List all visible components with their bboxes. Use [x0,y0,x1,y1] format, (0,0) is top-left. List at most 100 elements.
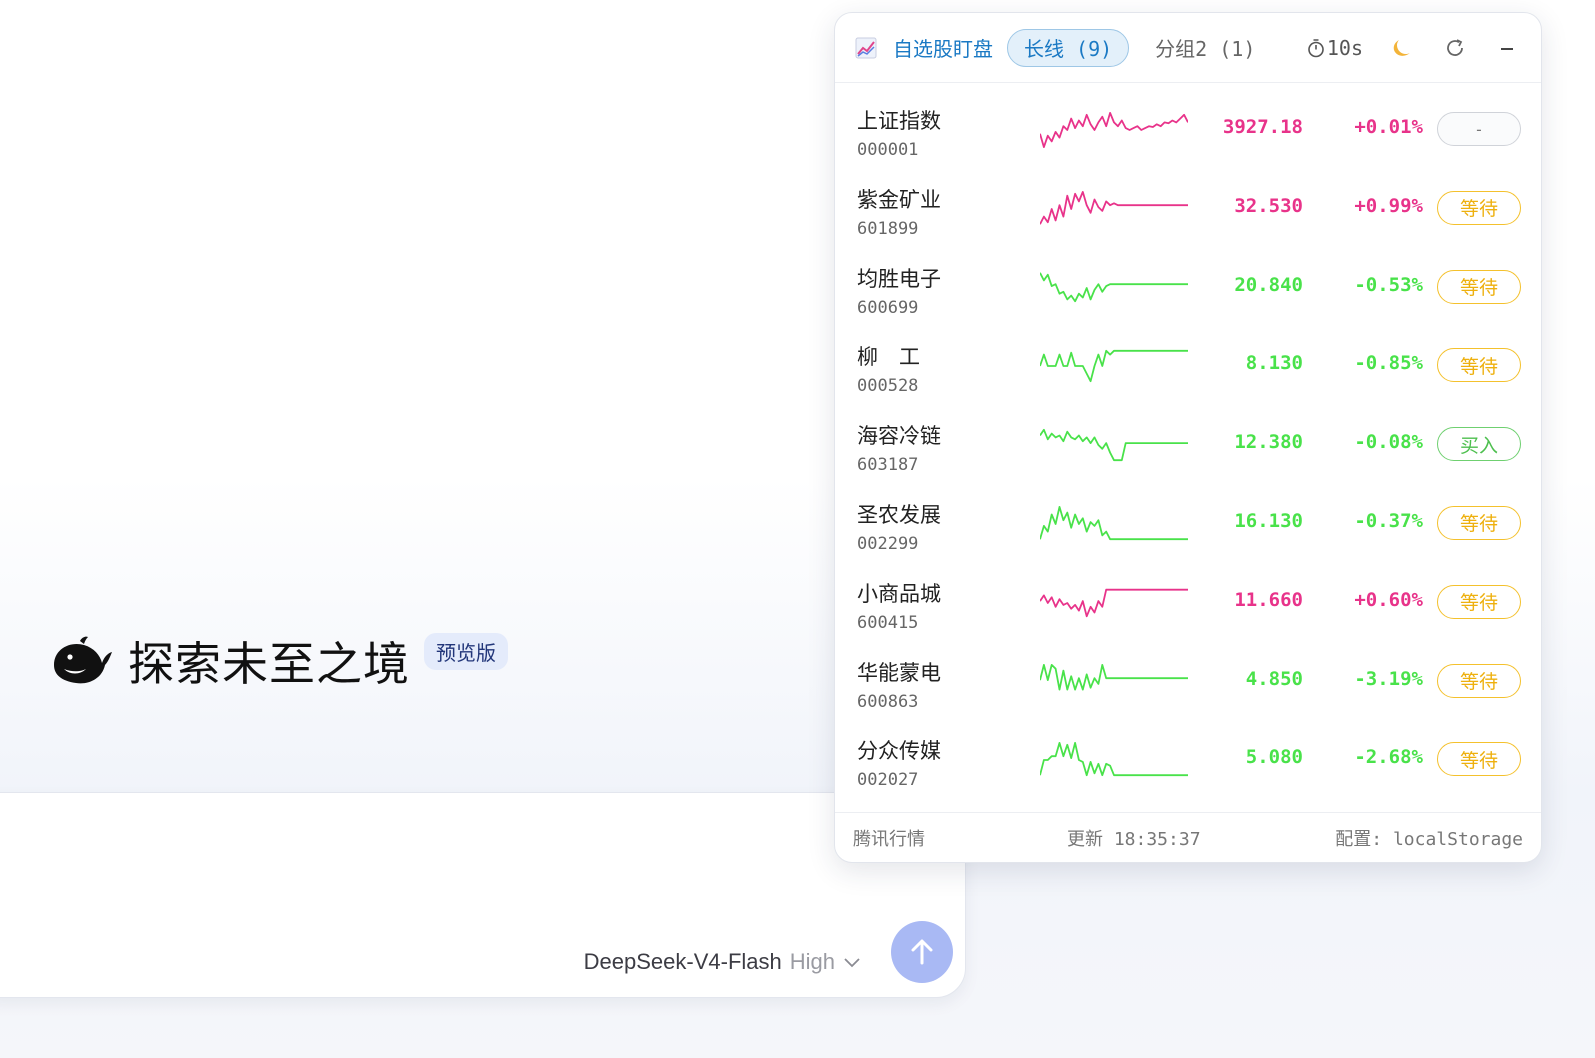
sparkline-path [1040,190,1188,225]
stock-price: 16.130 [1234,509,1303,532]
stock-sparkline [1040,588,1188,617]
stock-name: 华能蒙电 [857,660,941,685]
tab-long-term[interactable]: 长线 (9) [1007,28,1130,67]
stock-row[interactable]: 分众传媒 002027 5.080 -2.68% 等待 [835,721,1541,800]
stock-name: 圣农发展 [857,502,941,527]
stock-change: +0.01% [1354,116,1423,138]
sparkline-path [1040,350,1188,383]
sparkline-path [1040,429,1188,462]
welcome-hero: 探索未至之境 预览版 [50,628,508,694]
stock-name: 小商品城 [857,581,941,606]
stock-sparkline [1040,429,1188,462]
stock-change: -0.08% [1354,431,1423,454]
stock-change: -0.85% [1354,352,1423,375]
stock-code: 002299 [857,533,919,554]
signal-badge[interactable]: 买入 [1437,427,1521,462]
signal-badge[interactable]: 等待 [1437,584,1521,619]
stock-code: 000528 [857,376,919,397]
stock-code: 603187 [857,455,919,476]
sparkline-path [1040,112,1188,148]
sparkline-path [1040,742,1188,777]
stock-price: 11.660 [1234,588,1303,611]
widget-header: 自选股盯盘 长线 (9) 分组2 (1) 10s [835,13,1541,83]
moon-icon [1393,40,1410,56]
stock-name: 海容冷链 [857,424,941,449]
stock-name: 上证指数 [857,109,941,133]
stock-row[interactable]: 华能蒙电 600863 4.850 -3.19% 等待 [835,643,1541,722]
refresh-interval[interactable]: 10s [1307,36,1363,60]
signal-badge[interactable]: 等待 [1437,348,1521,383]
refresh-icon [1447,39,1463,56]
stock-code: 600863 [857,691,919,712]
widget-footer: 腾讯行情 更新 18:35:37 配置: localStorage [835,812,1541,862]
chart-icon [855,37,877,58]
stock-row[interactable]: 柳 工 000528 8.130 -0.85% 等待 [835,327,1541,406]
stock-sparkline [1040,271,1188,302]
stock-row[interactable]: 上证指数 000001 3927.18 +0.01% - [835,91,1541,170]
stock-code: 600415 [857,612,919,633]
stock-price: 8.130 [1245,352,1303,375]
stock-price: 4.850 [1245,667,1303,690]
stock-list: 上证指数 000001 3927.18 +0.01% - 紫金矿业 601899 32.530… [835,83,1541,800]
sparkline-path [1040,663,1188,691]
stock-price: 3927.18 [1222,116,1303,138]
stock-name: 均胜电子 [857,266,941,291]
signal-badge[interactable]: - [1437,112,1521,146]
stock-change: -2.68% [1354,746,1423,769]
refresh-button[interactable] [1443,36,1467,60]
chat-composer[interactable]: DeepSeek-V4-Flash High [0,792,966,998]
signal-badge[interactable]: 等待 [1437,190,1521,225]
stock-sparkline [1040,505,1188,541]
config-storage: 配置: localStorage [1335,828,1523,850]
stock-change: -0.53% [1354,273,1423,296]
widget-title: 自选股盯盘 [893,37,993,61]
hero-title: 探索未至之境 [128,637,410,691]
stock-price: 32.530 [1234,194,1303,217]
theme-toggle-button[interactable] [1391,36,1415,60]
stock-price: 12.380 [1234,431,1303,454]
stock-watch-widget: 自选股盯盘 长线 (9) 分组2 (1) 10s 上证指数 000001 392… [834,12,1542,863]
stock-name: 紫金矿业 [857,187,941,212]
stock-row[interactable]: 海容冷链 603187 12.380 -0.08% 买入 [835,406,1541,485]
last-update-time: 更新 18:35:37 [1067,828,1201,850]
model-level: High [789,949,835,974]
sparkline-path [1040,588,1188,617]
arrow-up-icon [911,939,933,965]
stock-sparkline [1040,112,1188,148]
stock-change: +0.99% [1354,194,1423,217]
stock-price: 5.080 [1245,746,1303,769]
stopwatch-icon [1308,39,1324,58]
signal-badge[interactable]: 等待 [1437,742,1521,777]
sparkline-path [1040,505,1188,541]
preview-badge: 预览版 [424,632,508,670]
model-name: DeepSeek-V4-Flash [583,949,782,974]
stock-code: 000001 [857,140,919,160]
stock-row[interactable]: 均胜电子 600699 20.840 -0.53% 等待 [835,249,1541,328]
stock-price: 20.840 [1234,273,1303,296]
stock-name: 柳 工 [857,345,920,370]
stock-code: 002027 [857,770,919,791]
data-source: 腾讯行情 [853,828,925,850]
minimize-icon [1501,48,1513,50]
refresh-interval-value: 10s [1326,36,1363,60]
stock-row[interactable]: 小商品城 600415 11.660 +0.60% 等待 [835,564,1541,643]
stock-sparkline [1040,742,1188,777]
stock-change: +0.60% [1354,588,1423,611]
stock-name: 分众传媒 [857,739,941,764]
signal-badge[interactable]: 等待 [1437,505,1521,540]
minimize-button[interactable] [1495,36,1519,60]
stock-change: -0.37% [1354,509,1423,532]
stock-code: 601899 [857,218,919,239]
stock-sparkline [1040,663,1188,691]
chevron-down-icon [844,958,860,968]
stock-change: -3.19% [1354,667,1423,690]
stock-row[interactable]: 圣农发展 002299 16.130 -0.37% 等待 [835,485,1541,564]
stock-code: 600699 [857,297,919,318]
stock-sparkline [1040,350,1188,383]
send-button[interactable] [891,921,953,983]
model-selector[interactable]: DeepSeek-V4-Flash High [584,949,861,975]
stock-row[interactable]: 紫金矿业 601899 32.530 +0.99% 等待 [835,170,1541,249]
tab-group2[interactable]: 分组2 (1) [1155,33,1255,62]
signal-badge[interactable]: 等待 [1437,663,1521,698]
signal-badge[interactable]: 等待 [1437,269,1521,304]
